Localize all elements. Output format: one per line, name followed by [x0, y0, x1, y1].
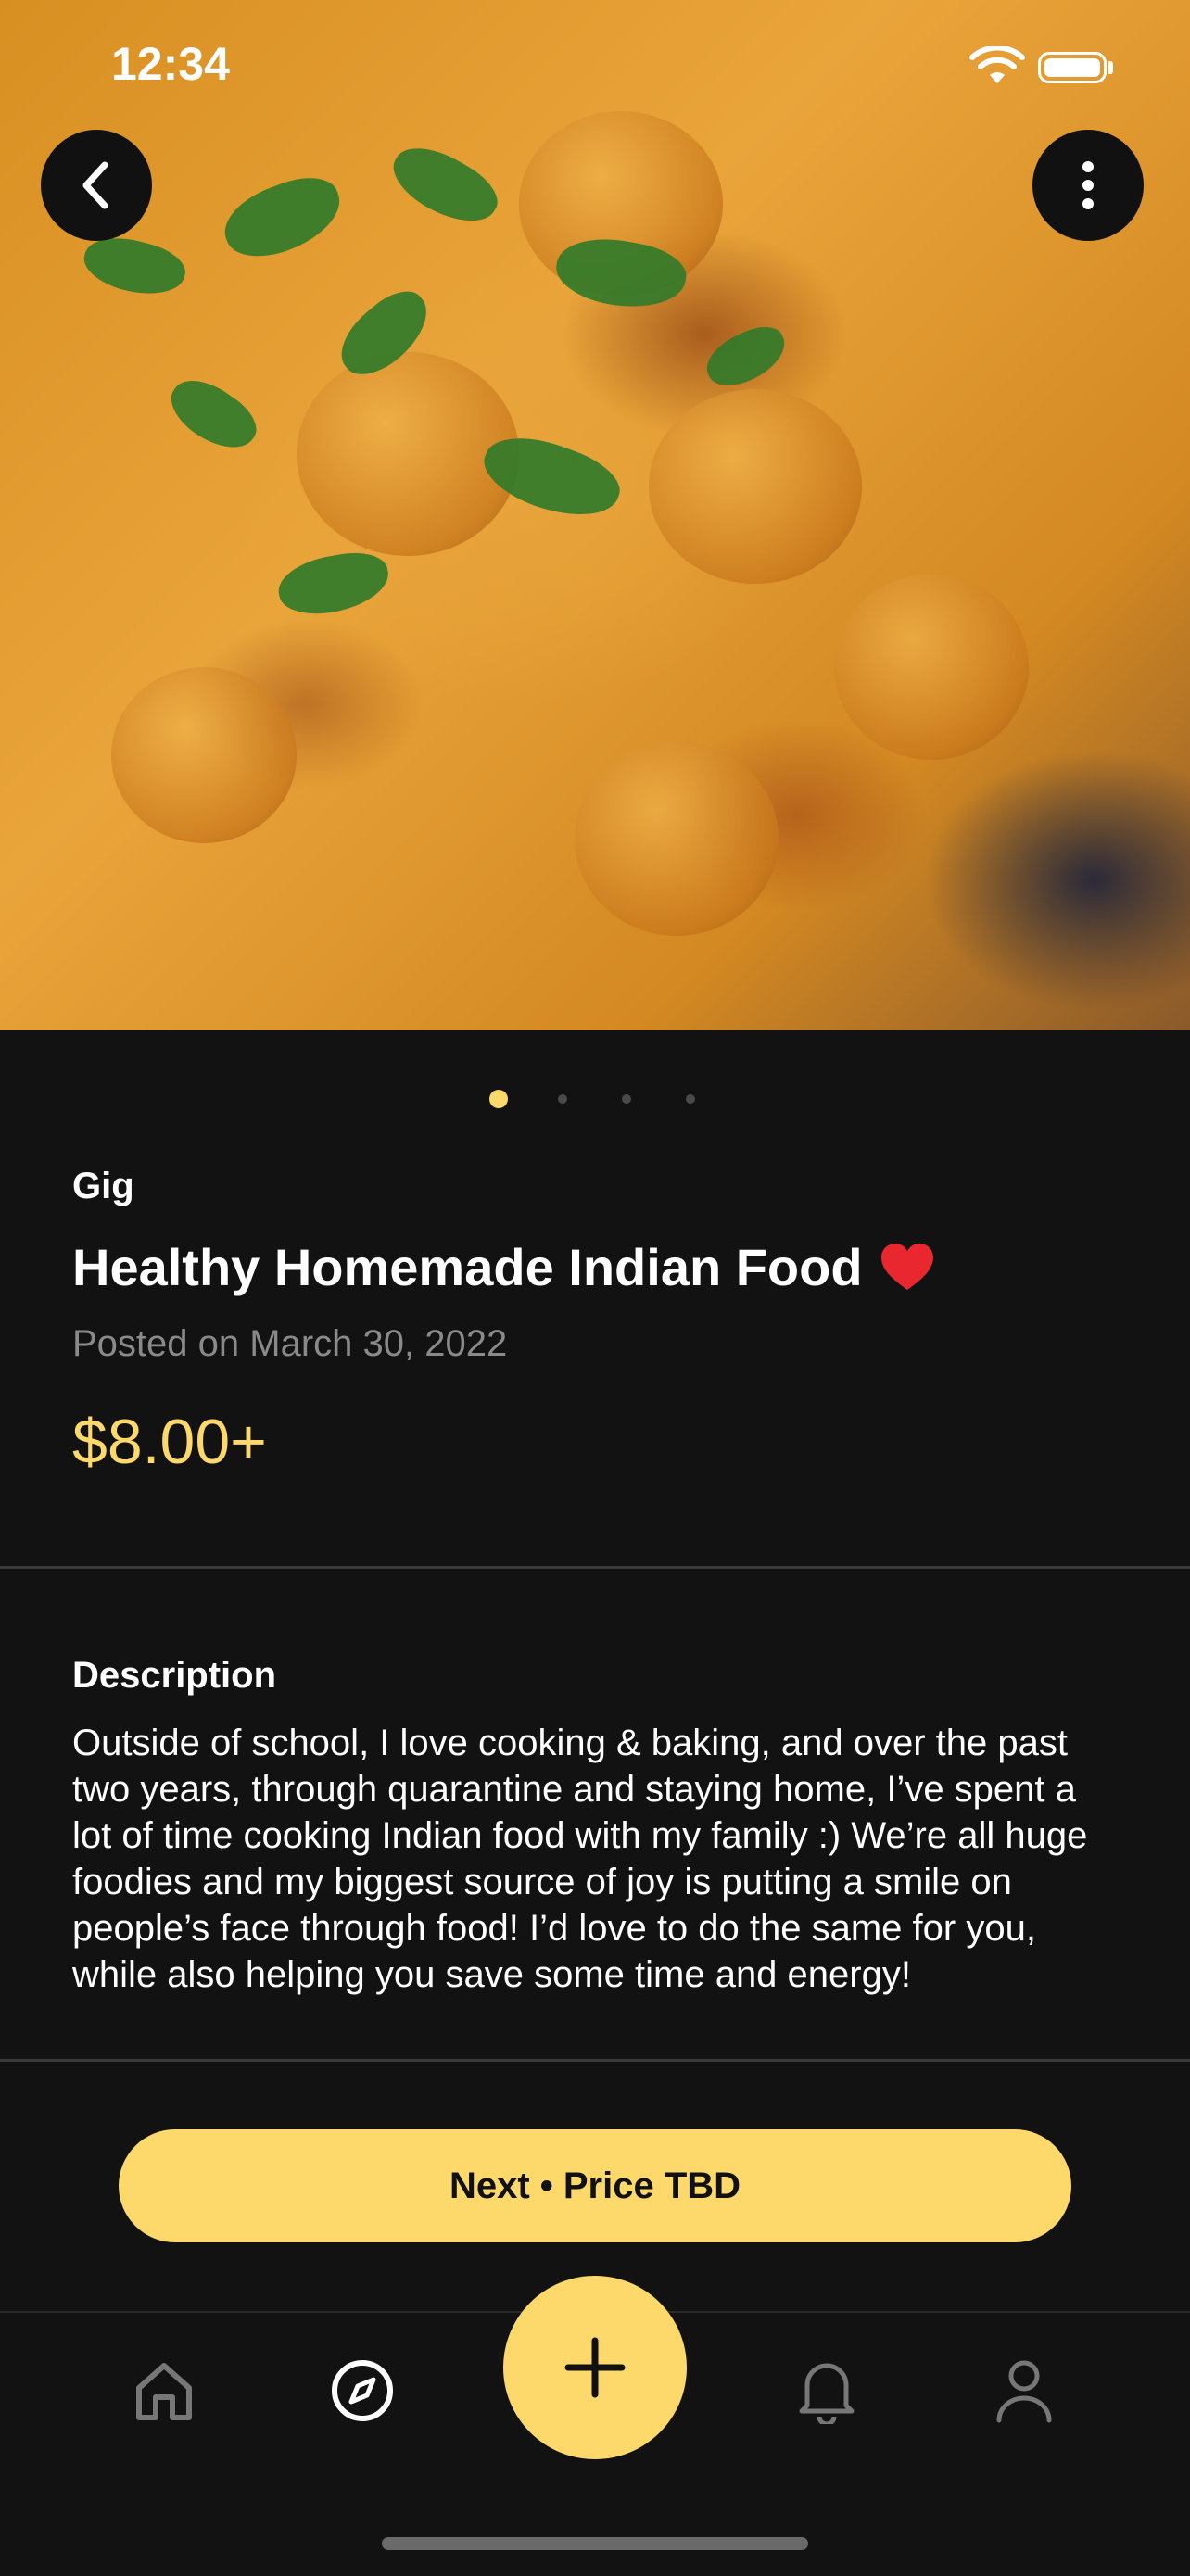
home-indicator[interactable] [382, 2537, 808, 2550]
next-button[interactable]: Next • Price TBD [119, 2129, 1071, 2242]
listing-category: Gig [72, 1166, 134, 1206]
wifi-icon [969, 46, 1025, 83]
listing-title-row: Healthy Homemade Indian Food [72, 1237, 935, 1297]
tab-explore[interactable] [325, 2354, 399, 2428]
pager-dot[interactable] [558, 1094, 567, 1104]
pager-dot-active[interactable] [489, 1090, 508, 1108]
person-icon [996, 2360, 1052, 2423]
description-text: Outside of school, I love cooking & baki… [72, 1723, 1088, 1995]
status-bar: 12:34 [0, 0, 1190, 130]
image-pager[interactable] [0, 1090, 1190, 1108]
plus-icon [564, 2337, 626, 2398]
bell-icon [799, 2363, 855, 2424]
status-time: 12:34 [111, 38, 230, 90]
divider [0, 1566, 1190, 1569]
battery-icon [1038, 52, 1107, 83]
back-button[interactable] [41, 130, 152, 241]
compass-icon [332, 2360, 393, 2421]
chevron-left-icon [82, 161, 108, 209]
listing-price: $8.00+ [72, 1407, 267, 1477]
pager-dot[interactable] [622, 1094, 631, 1104]
description-label: Description [72, 1655, 277, 1696]
divider [0, 2059, 1190, 2062]
posted-date: Posted on March 30, 2022 [72, 1323, 508, 1364]
battery-tip [1108, 61, 1113, 74]
hero-food-image[interactable] [0, 0, 1190, 1030]
pager-dot[interactable] [686, 1094, 695, 1104]
heart-icon [880, 1243, 933, 1290]
listing-title: Healthy Homemade Indian Food [72, 1238, 863, 1296]
tab-notifications[interactable] [790, 2354, 864, 2428]
tab-profile[interactable] [987, 2354, 1061, 2428]
create-button[interactable] [503, 2276, 687, 2459]
more-options-button[interactable] [1032, 130, 1144, 241]
more-vertical-icon [1082, 161, 1094, 209]
tab-home[interactable] [127, 2354, 201, 2428]
home-icon [136, 2363, 192, 2420]
